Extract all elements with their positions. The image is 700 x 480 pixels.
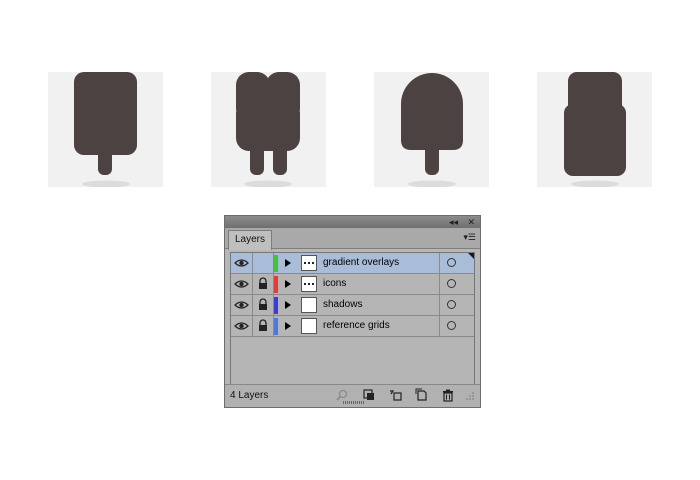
- artboard-tile-1: [48, 72, 163, 187]
- eye-icon: [234, 322, 249, 330]
- panel-menu-button[interactable]: ▾☰: [463, 232, 476, 243]
- layer-color-bar: [274, 297, 278, 314]
- panel-tab-row: Layers ▾☰: [225, 228, 480, 250]
- resize-grip-icon[interactable]: [465, 391, 475, 401]
- close-panel-button[interactable]: ✕: [467, 216, 475, 228]
- panel-titlebar[interactable]: ◂◂ ✕: [225, 216, 480, 228]
- layer-name[interactable]: shadows: [323, 299, 362, 310]
- popsicle-icon-2: [236, 72, 300, 187]
- lock-icon: [259, 298, 267, 310]
- target-circle-icon[interactable]: [447, 258, 456, 267]
- selection-indicator-icon: [468, 253, 474, 259]
- popsicle-icon-4: [564, 72, 626, 187]
- visibility-toggle[interactable]: [231, 295, 253, 315]
- delete-layer-icon[interactable]: [441, 388, 455, 402]
- target-column[interactable]: [439, 316, 474, 336]
- layer-color-bar: [274, 255, 278, 272]
- target-column[interactable]: [439, 253, 474, 273]
- lock-toggle[interactable]: [253, 316, 274, 336]
- visibility-toggle[interactable]: [231, 274, 253, 294]
- artboard-tile-2: [211, 72, 326, 187]
- popsicle-icon-3: [401, 73, 463, 187]
- target-column[interactable]: [439, 274, 474, 294]
- target-circle-icon[interactable]: [447, 300, 456, 309]
- lock-toggle[interactable]: [253, 295, 274, 315]
- expand-arrow-icon[interactable]: [285, 301, 291, 309]
- lock-toggle[interactable]: [253, 274, 274, 294]
- layer-thumbnail: [301, 255, 317, 271]
- visibility-toggle[interactable]: [231, 253, 253, 273]
- expand-arrow-icon[interactable]: [285, 259, 291, 267]
- locate-object-icon[interactable]: [335, 388, 349, 402]
- make-clipping-mask-icon[interactable]: [362, 388, 376, 402]
- expand-arrow-icon[interactable]: [285, 322, 291, 330]
- expand-arrow-icon[interactable]: [285, 280, 291, 288]
- target-circle-icon[interactable]: [447, 321, 456, 330]
- eye-icon: [234, 259, 249, 267]
- visibility-toggle[interactable]: [231, 316, 253, 336]
- layer-row-reference-grids[interactable]: reference grids: [231, 316, 474, 337]
- layer-row-gradient-overlays[interactable]: gradient overlays: [231, 253, 474, 274]
- collapse-panel-button[interactable]: ◂◂: [449, 216, 458, 228]
- layer-name[interactable]: gradient overlays: [323, 257, 399, 268]
- eye-icon: [234, 280, 249, 288]
- lock-icon: [259, 277, 267, 289]
- layers-panel: ◂◂ ✕ Layers ▾☰ gradient overlays icons s…: [224, 215, 481, 408]
- create-new-layer-icon[interactable]: [415, 388, 429, 402]
- tab-layers[interactable]: Layers: [228, 230, 273, 250]
- target-circle-icon[interactable]: [447, 279, 456, 288]
- layer-name[interactable]: reference grids: [323, 320, 390, 331]
- lock-icon: [259, 319, 267, 331]
- create-sublayer-icon[interactable]: [388, 388, 402, 402]
- layers-list: gradient overlays icons shadows referenc…: [230, 252, 475, 394]
- panel-bottom-grip-icon[interactable]: [343, 401, 365, 404]
- layer-row-icons[interactable]: icons: [231, 274, 474, 295]
- popsicle-icon-1: [74, 72, 137, 187]
- layer-thumbnail: [301, 276, 317, 292]
- layer-name[interactable]: icons: [323, 278, 346, 289]
- lock-toggle[interactable]: [253, 253, 274, 273]
- target-column[interactable]: [439, 295, 474, 315]
- artboard-tile-3: [374, 72, 489, 187]
- artboard-tile-4: [537, 72, 652, 187]
- layer-thumbnail: [301, 297, 317, 313]
- layer-count: 4 Layers: [230, 390, 269, 401]
- layer-color-bar: [274, 318, 278, 335]
- layer-color-bar: [274, 276, 278, 293]
- layer-thumbnail: [301, 318, 317, 334]
- layer-row-shadows[interactable]: shadows: [231, 295, 474, 316]
- eye-icon: [234, 301, 249, 309]
